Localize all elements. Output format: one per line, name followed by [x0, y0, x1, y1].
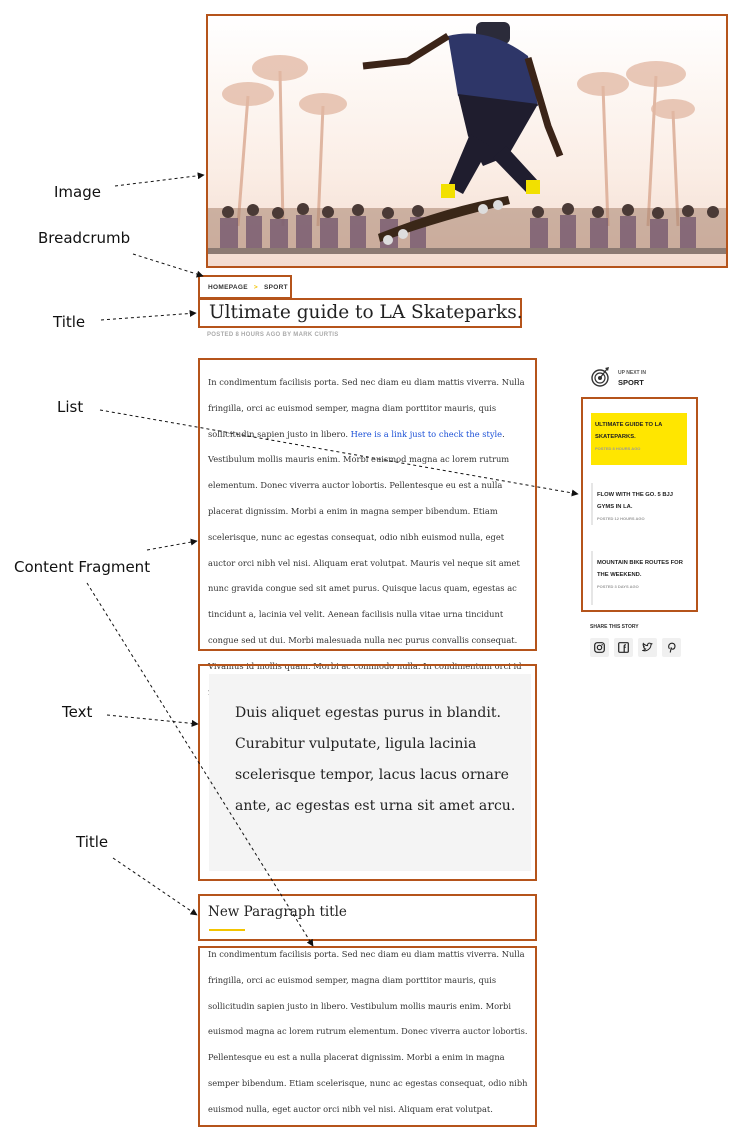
instagram-icon — [594, 642, 605, 653]
list-item-meta: POSTED 3 DAYS AGO — [597, 584, 639, 589]
callout-list: List — [57, 398, 84, 416]
breadcrumb: HOMEPAGE > SPORT — [198, 275, 292, 299]
list-item-title: MOUNTAIN BIKE ROUTES FOR THE WEEKEND. — [597, 560, 683, 578]
paragraph-component: In condimentum facilisis porta. Sed nec … — [198, 946, 537, 1127]
twitter-icon — [642, 642, 653, 652]
list-item-title: ULTIMATE GUIDE TO LA SKATEPARKS. — [595, 422, 663, 440]
callout-title-paragraph: Title — [76, 833, 109, 851]
paragraph-title: New Paragraph title — [208, 904, 347, 920]
content-fragment: In condimentum facilisis porta. Sed nec … — [198, 358, 537, 697]
instagram-share-button[interactable] — [590, 638, 609, 657]
breadcrumb-separator-icon: > — [253, 284, 258, 291]
list-item[interactable]: FLOW WITH THE GO. 5 BJJ GYMS IN LA. POST… — [591, 483, 689, 525]
inline-link[interactable]: Here is a link just to check the style — [351, 429, 503, 439]
callout-image: Image — [54, 183, 101, 201]
article-title: Ultimate guide to LA Skateparks. — [209, 302, 523, 323]
up-next-list: ULTIMATE GUIDE TO LA SKATEPARKS. POSTED … — [581, 397, 698, 612]
callout-content-fragment: Content Fragment — [14, 558, 151, 576]
quote-text: Duis aliquet egestas purus in blandit. C… — [235, 705, 516, 814]
cf-text-after-link: . Vestibulum mollis mauris enim. Morbi e… — [208, 428, 522, 697]
callout-text: Text — [62, 703, 93, 721]
facebook-icon — [618, 642, 629, 653]
skateboarder-photo — [208, 16, 726, 266]
text-component: Duis aliquet egestas purus in blandit. C… — [198, 664, 537, 881]
pinterest-share-button[interactable] — [662, 638, 681, 657]
content-fragment-text: In condimentum facilisis porta. Sed nec … — [208, 370, 533, 705]
callout-title: Title — [53, 313, 86, 331]
callout-breadcrumb: Breadcrumb — [38, 229, 131, 247]
twitter-share-button[interactable] — [638, 638, 657, 657]
up-next-category[interactable]: SPORT — [618, 378, 644, 387]
pinterest-icon — [668, 642, 676, 653]
list-item-meta: POSTED 12 HOURS AGO — [597, 516, 645, 521]
list-item[interactable]: ULTIMATE GUIDE TO LA SKATEPARKS. POSTED … — [591, 413, 687, 465]
title-underline — [209, 929, 245, 931]
article-title-component: Ultimate guide to LA Skateparks. — [198, 298, 523, 328]
paragraph-text: In condimentum facilisis porta. Sed nec … — [208, 949, 528, 1114]
target-icon — [591, 367, 609, 387]
breadcrumb-home-link[interactable]: HOMEPAGE — [208, 284, 248, 291]
article-byline: POSTED 8 HOURS AGO BY MARK CURTIS — [207, 332, 339, 338]
list-item-meta: POSTED 8 HOURS AGO — [595, 446, 641, 451]
list-item[interactable]: MOUNTAIN BIKE ROUTES FOR THE WEEKEND. PO… — [591, 551, 689, 605]
hero-image-component — [206, 14, 728, 268]
paragraph-title-component: New Paragraph title — [198, 894, 537, 941]
share-label: SHARE THIS STORY — [590, 624, 639, 630]
up-next-header: UP NEXT IN SPORT — [590, 366, 646, 393]
list-item-title: FLOW WITH THE GO. 5 BJJ GYMS IN LA. — [597, 492, 674, 510]
up-next-label: UP NEXT IN — [618, 370, 646, 376]
facebook-share-button[interactable] — [614, 638, 633, 657]
breadcrumb-current[interactable]: SPORT — [264, 284, 288, 291]
quote-panel: Duis aliquet egestas purus in blandit. C… — [209, 674, 531, 871]
